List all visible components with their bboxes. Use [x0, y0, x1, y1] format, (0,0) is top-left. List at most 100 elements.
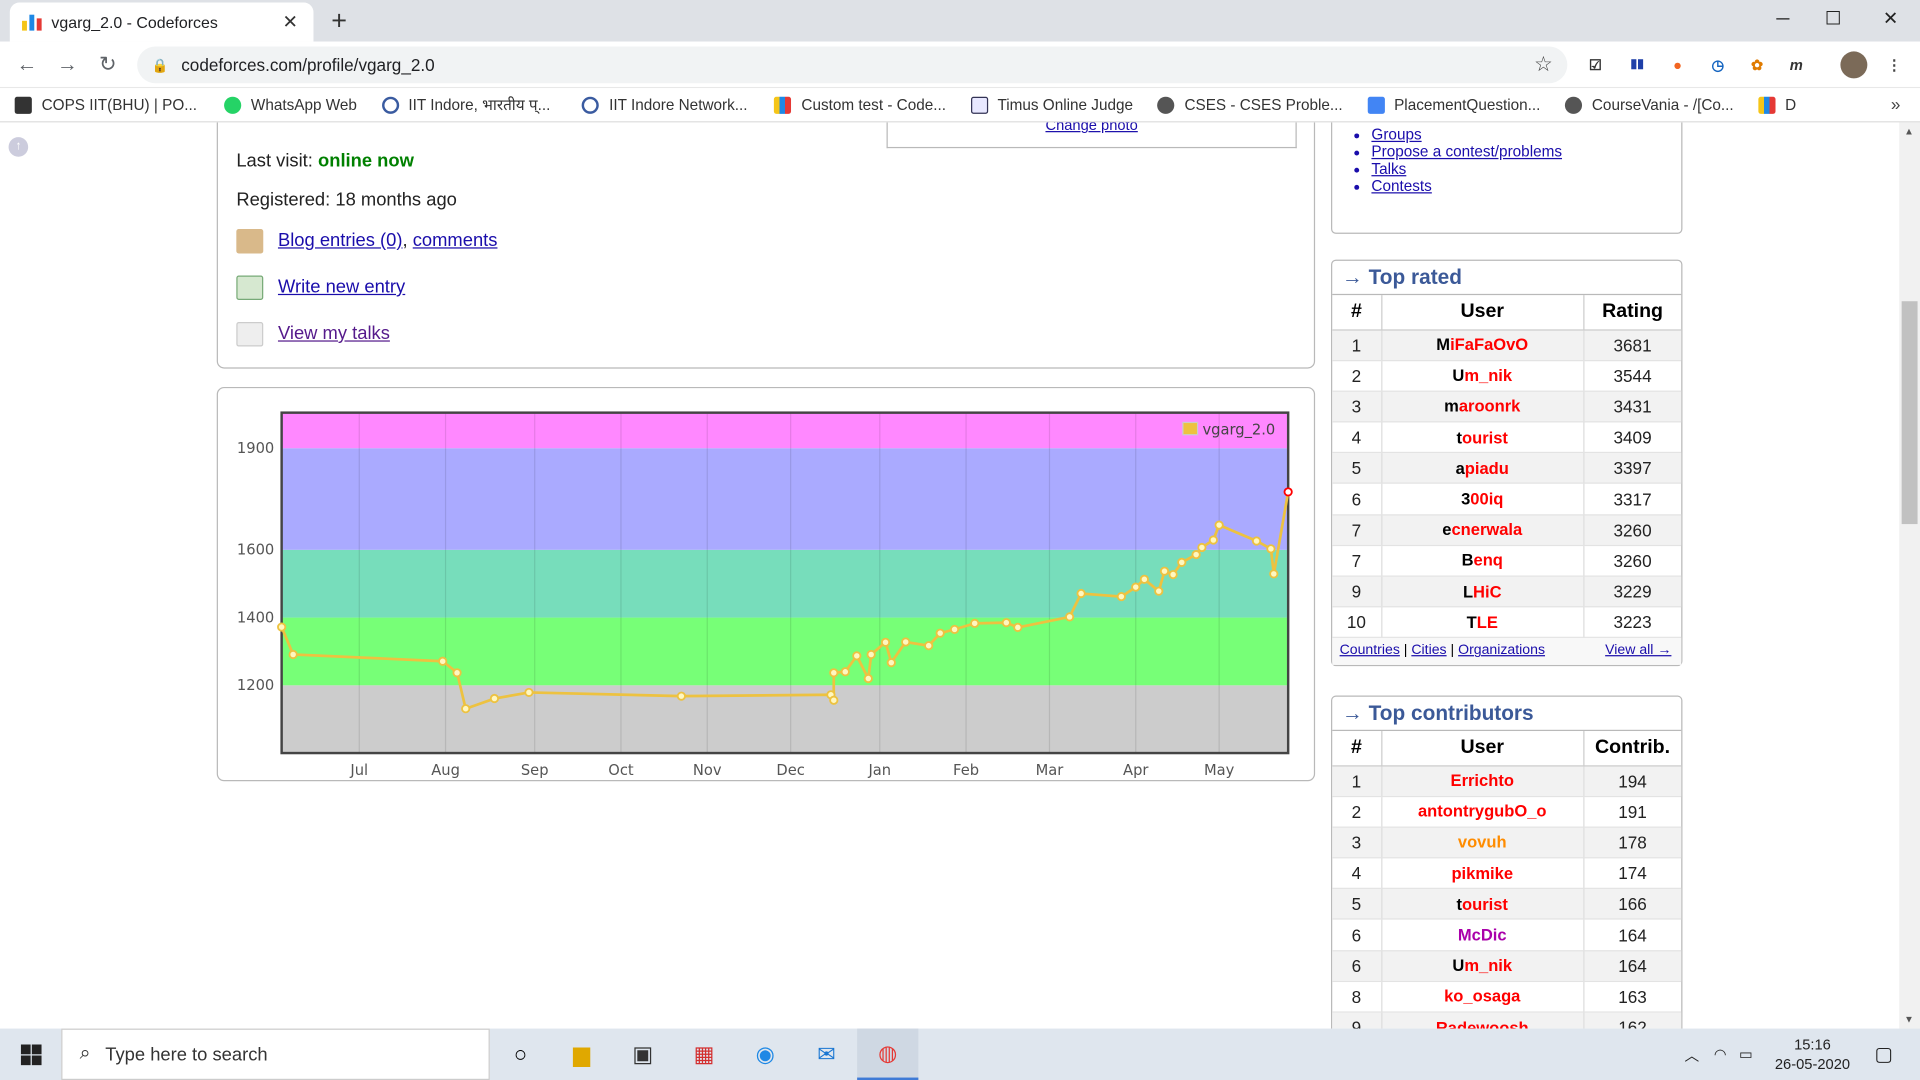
user-link[interactable]: vovuh [1381, 826, 1584, 859]
bookmark-item[interactable]: COPS IIT(BHU) | PO... [14, 96, 197, 114]
tab-close-icon[interactable]: ✕ [279, 11, 301, 33]
scroll-up-icon[interactable]: ▲ [1904, 126, 1914, 137]
comments-link[interactable]: comments [413, 230, 498, 251]
user-link[interactable]: pikmike [1381, 857, 1584, 890]
x-tick-label: Jul [349, 762, 368, 779]
countries-link[interactable]: Countries [1340, 643, 1400, 658]
bookmark-item[interactable]: Timus Online Judge [970, 96, 1133, 114]
bookmark-item[interactable]: PlacementQuestion... [1367, 96, 1540, 114]
y-tick-label: 1400 [237, 609, 274, 626]
blog-entries-link[interactable]: Blog entries (0) [278, 230, 403, 251]
user-link[interactable]: Um_nik [1381, 360, 1584, 392]
rating-point [524, 687, 534, 698]
file-explorer-icon[interactable]: ▆ [551, 1029, 612, 1080]
table-row: 6 McDic 164 [1332, 919, 1682, 951]
menu-item-propose[interactable]: Propose a contest/problems [1371, 143, 1562, 160]
view-all-link[interactable]: View all → [1605, 643, 1671, 658]
chrome-icon[interactable]: ◍ [857, 1028, 919, 1080]
scroll-down-icon[interactable]: ▼ [1904, 1014, 1914, 1025]
user-link[interactable]: ko_osaga [1381, 981, 1584, 1013]
bookmarks-overflow-icon[interactable]: » [1891, 94, 1901, 114]
tray-chevron-icon[interactable]: ︿ [1684, 1044, 1699, 1065]
profile-avatar[interactable] [1840, 51, 1868, 79]
menu-dots-icon[interactable]: ⋮ [1883, 54, 1905, 76]
bookmark-item[interactable]: WhatsApp Web [223, 96, 357, 114]
photo-box: Change photo [886, 122, 1297, 149]
profile-info-box: Change photo Last visit: online now Regi… [216, 122, 1316, 369]
maximize-button[interactable]: ☐ [1809, 5, 1858, 34]
user-link[interactable]: tourist [1381, 888, 1584, 921]
sidebar-menu: Groups Propose a contest/problems Talks … [1331, 122, 1683, 234]
cities-link[interactable]: Cities [1411, 643, 1446, 658]
rank-cell: 10 [1332, 606, 1382, 639]
user-link[interactable]: Errichto [1381, 765, 1584, 797]
address-bar[interactable]: 🔒 codeforces.com/profile/vgarg_2.0 ☆ [137, 46, 1568, 84]
mail-icon[interactable]: ✉ [796, 1029, 857, 1080]
user-link[interactable]: apiadu [1381, 452, 1584, 485]
close-window-button[interactable]: ✕ [1866, 5, 1915, 34]
reload-button[interactable]: ↻ [93, 50, 122, 79]
search-icon: ⌕ [79, 1043, 91, 1065]
col-user: User [1381, 731, 1584, 766]
bookmark-item[interactable]: IIT Indore Network... [582, 96, 748, 114]
tab-active[interactable]: vgarg_2.0 - Codeforces ✕ [9, 2, 314, 42]
wifi-icon[interactable]: ◠ [1714, 1046, 1727, 1063]
rating-point [461, 704, 471, 714]
user-link[interactable]: LHiC [1381, 576, 1584, 608]
menu-item-groups[interactable]: Groups [1371, 126, 1562, 143]
rank-cell: 7 [1332, 545, 1382, 577]
edge-icon[interactable]: ◉ [735, 1029, 796, 1080]
extension-codeforces-icon[interactable]: ▮▮ [1626, 54, 1648, 76]
bookmark-item[interactable]: CSES - CSES Proble... [1157, 96, 1343, 114]
extension-todo-icon[interactable]: ☑ [1584, 54, 1606, 76]
user-link[interactable]: MiFaFaOvO [1381, 329, 1584, 361]
bookmark-item[interactable]: Custom test - Code... [774, 96, 946, 114]
top-rated-title[interactable]: → Top rated [1332, 261, 1682, 296]
view-talks-link[interactable]: View my talks [278, 323, 390, 344]
user-link[interactable]: Radewoosh [1381, 1012, 1584, 1029]
cortana-icon[interactable]: ○ [490, 1029, 551, 1080]
rank-cell: 4 [1332, 421, 1382, 454]
gift-icon[interactable]: ▦ [673, 1029, 734, 1080]
user-link[interactable]: maroonrk [1381, 391, 1584, 423]
windows-start-button[interactable] [0, 1029, 61, 1080]
clock[interactable]: 15:16 26-05-2020 [1775, 1035, 1850, 1074]
bookmark-item[interactable]: IIT Indore, भारतीय प्... [381, 94, 550, 115]
bookmark-item[interactable]: CourseVania - /[Co... [1564, 96, 1734, 114]
user-link[interactable]: 300iq [1381, 483, 1584, 516]
forward-button[interactable]: → [53, 50, 82, 79]
user-link[interactable]: McDic [1381, 919, 1584, 951]
user-link[interactable]: Um_nik [1381, 950, 1584, 982]
back-button[interactable]: ← [12, 50, 41, 79]
menu-item-talks[interactable]: Talks [1371, 160, 1562, 177]
bookmark-star-icon[interactable]: ☆ [1534, 53, 1553, 77]
change-photo-link[interactable]: Change photo [1045, 122, 1137, 133]
extension-orange-icon[interactable]: ● [1667, 54, 1689, 76]
extension-clock-icon[interactable]: ◷ [1707, 54, 1729, 76]
menu-item-contests[interactable]: Contests [1371, 178, 1562, 195]
store-icon[interactable]: ▣ [612, 1029, 673, 1080]
taskbar-search-box[interactable]: ⌕ Type here to search [61, 1028, 490, 1080]
user-link[interactable]: TLE [1381, 606, 1584, 639]
scrollbar-thumb[interactable] [1901, 301, 1918, 525]
system-tray: ︿ ◠ ▭ 15:16 26-05-2020 ▢ [1684, 1029, 1920, 1080]
user-link[interactable]: Benq [1381, 545, 1584, 577]
notifications-icon[interactable]: ▢ [1875, 1042, 1894, 1066]
extension-palette-icon[interactable]: ✿ [1746, 54, 1768, 76]
page-scrollbar[interactable]: ▲ ▼ [1899, 122, 1920, 1029]
rating-point [1191, 549, 1201, 560]
user-link[interactable]: tourist [1381, 421, 1584, 454]
top-contributors-title[interactable]: → Top contributors [1332, 697, 1682, 732]
extension-m-icon[interactable]: m [1785, 54, 1807, 76]
write-entry-link[interactable]: Write new entry [278, 277, 405, 298]
user-link[interactable]: ecnerwala [1381, 514, 1584, 546]
new-tab-button[interactable]: + [326, 5, 353, 37]
minimize-button[interactable]: ─ [1758, 5, 1807, 34]
codeforces-favicon-icon [22, 13, 42, 31]
battery-icon[interactable]: ▭ [1739, 1046, 1753, 1063]
bookmark-item[interactable]: D [1758, 96, 1796, 114]
whatsapp-icon [223, 96, 242, 114]
organizations-link[interactable]: Organizations [1458, 643, 1545, 658]
user-link[interactable]: antontrygubO_o [1381, 796, 1584, 828]
scroll-up-circle-icon[interactable]: ↑ [8, 137, 29, 157]
